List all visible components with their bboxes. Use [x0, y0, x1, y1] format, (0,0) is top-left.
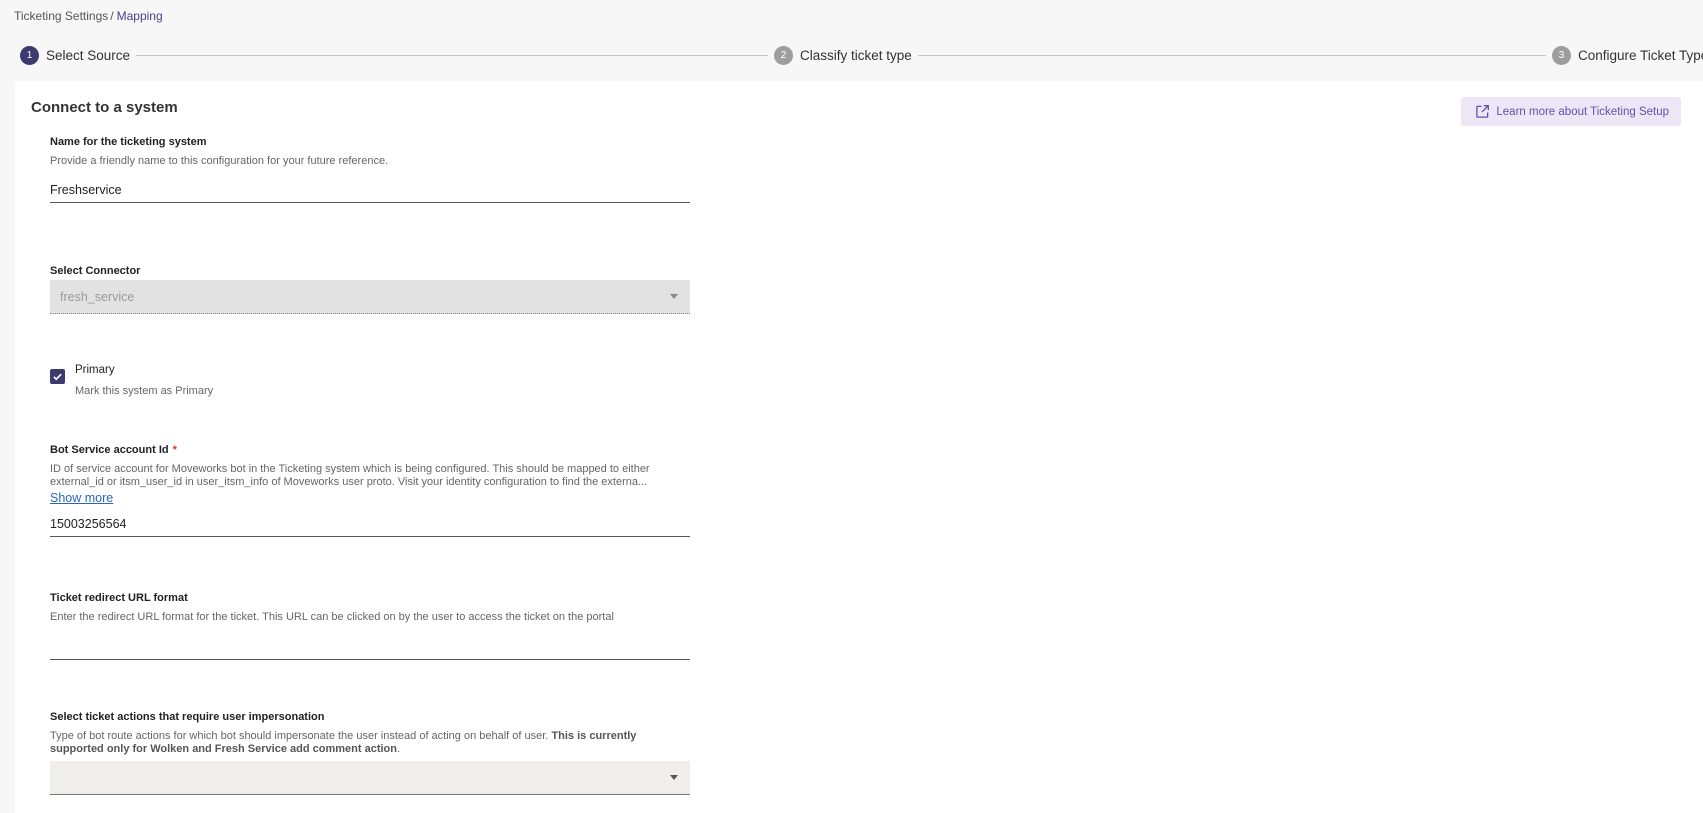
field-help: Enter the redirect URL format for the ti…	[50, 611, 614, 623]
step-label: Classify ticket type	[800, 47, 912, 63]
required-marker: *	[172, 444, 177, 456]
primary-help: Mark this system as Primary	[75, 385, 214, 397]
step-select-source[interactable]: 1 Select Source	[20, 45, 137, 65]
connector-select[interactable]: fresh_service	[50, 280, 690, 314]
show-more-link[interactable]: Show more	[50, 491, 113, 505]
breadcrumb-current: Mapping	[116, 9, 163, 23]
primary-checkbox-row: Primary Mark this system as Primary	[50, 364, 213, 397]
step-connector-2	[900, 55, 1560, 56]
chevron-down-icon	[670, 294, 678, 299]
field-label: Ticket redirect URL format	[50, 592, 188, 604]
stepper: 1 Select Source 2 Classify ticket type 3…	[20, 45, 1703, 67]
external-link-icon	[1476, 105, 1490, 118]
field-label: Select Connector	[50, 265, 141, 277]
help-text-end: .	[396, 743, 401, 755]
step-configure-ticket-type[interactable]: 3 Configure Ticket Type	[1546, 45, 1703, 65]
checkmark-icon	[53, 373, 62, 381]
field-help: Type of bot route actions for which bot …	[50, 730, 690, 756]
step-label: Configure Ticket Type	[1578, 47, 1703, 63]
connector-value: fresh_service	[60, 289, 135, 304]
field-help: Provide a friendly name to this configur…	[50, 155, 389, 167]
breadcrumb: Ticketing Settings / Mapping	[14, 9, 163, 23]
primary-checkbox[interactable]	[50, 369, 65, 384]
redirect-url-field: Ticket redirect URL format Enter the red…	[50, 592, 690, 660]
breadcrumb-parent[interactable]: Ticketing Settings	[14, 9, 108, 23]
step-number: 2	[774, 45, 793, 65]
redirect-url-input[interactable]	[50, 634, 690, 660]
learn-more-label: Learn more about Ticketing Setup	[1496, 105, 1669, 118]
bot-account-input[interactable]	[50, 511, 690, 537]
chevron-down-icon	[670, 775, 678, 780]
impersonation-select[interactable]	[50, 761, 690, 795]
field-label: Select ticket actions that require user …	[50, 711, 325, 723]
field-label-text: Bot Service account Id	[50, 444, 169, 456]
learn-more-button[interactable]: Learn more about Ticketing Setup	[1461, 97, 1681, 126]
field-label: Bot Service account Id *	[50, 444, 690, 456]
field-label: Name for the ticketing system	[50, 136, 207, 148]
primary-label: Primary	[75, 364, 115, 376]
step-number: 3	[1552, 45, 1571, 65]
step-number: 1	[20, 45, 39, 65]
step-label: Select Source	[46, 47, 131, 63]
impersonation-field: Select ticket actions that require user …	[50, 711, 690, 795]
bot-account-field: Bot Service account Id * ID of service ac…	[50, 444, 690, 537]
connector-field: Select Connector fresh_service	[50, 265, 690, 314]
field-help: ID of service account for Moveworks bot …	[50, 463, 650, 488]
step-classify-ticket-type[interactable]: 2 Classify ticket type	[768, 45, 918, 65]
name-input[interactable]	[50, 177, 690, 203]
step-connector-1	[120, 55, 782, 56]
name-field: Name for the ticketing system Provide a …	[50, 136, 690, 203]
breadcrumb-separator: /	[110, 9, 114, 23]
help-text: Type of bot route actions for which bot …	[50, 730, 549, 742]
card-title: Connect to a system	[31, 99, 178, 116]
connect-system-card: Connect to a system Learn more about Tic…	[15, 81, 1703, 813]
